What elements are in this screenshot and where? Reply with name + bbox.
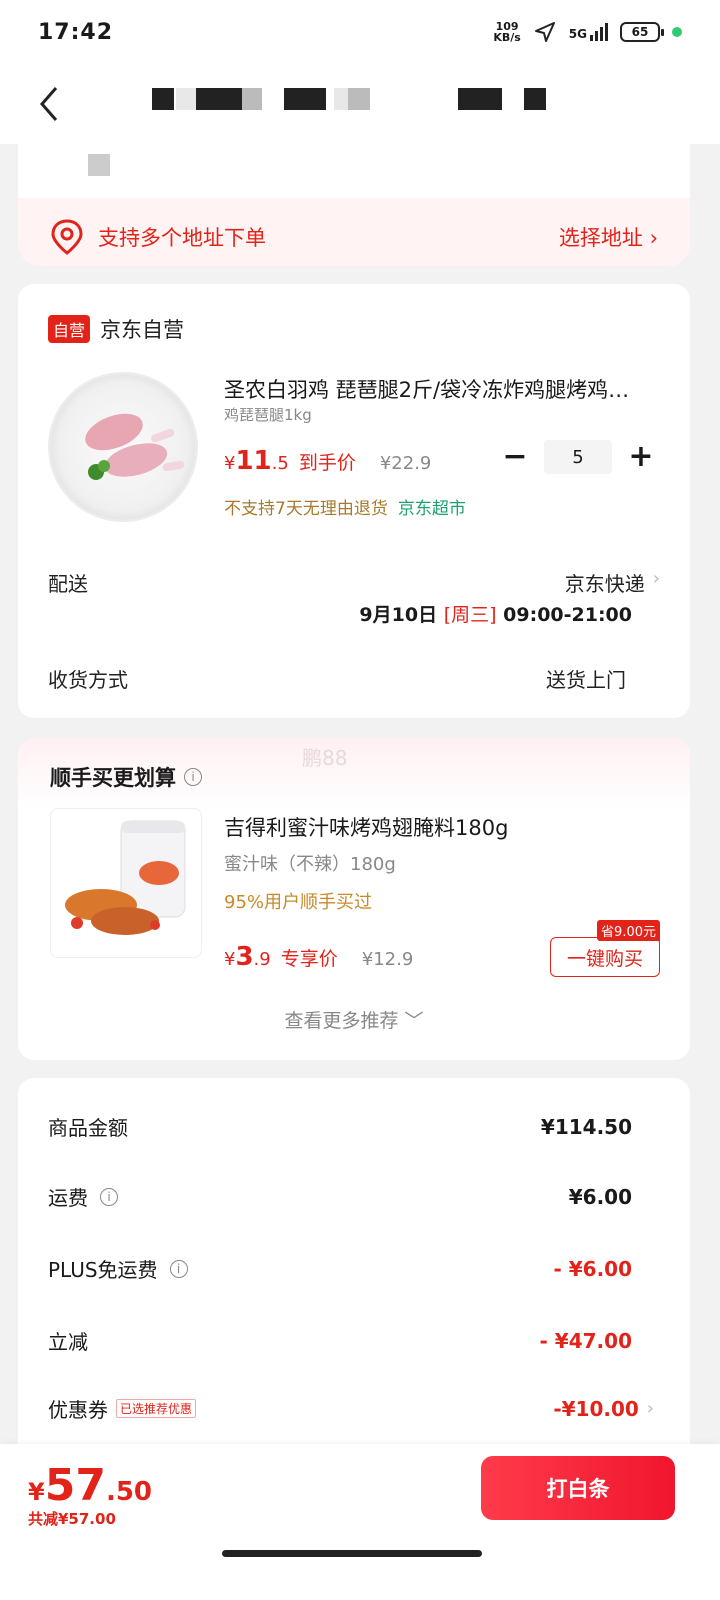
discount-row: 立减 - ¥47.00	[48, 1326, 632, 1355]
address-section: 支持多个地址下单 选择地址 ›	[18, 142, 690, 266]
shipping-label: 运费	[48, 1186, 88, 1210]
total-saved: 共减¥57.00	[28, 1510, 116, 1528]
navigation-arrow-icon	[534, 22, 555, 42]
delivery-row[interactable]: 配送 京东快递 ›	[48, 568, 660, 597]
network-speed: 109 KB/s	[493, 20, 521, 44]
product-price: ¥ 11 .5 到手价 ¥22.9	[224, 446, 432, 476]
return-policy-notice: 不支持7天无理由退货	[224, 499, 388, 519]
status-bar: 17:42 109 KB/s 5G 65	[0, 0, 720, 64]
status-time: 17:42	[38, 19, 114, 45]
recommend-product-image[interactable]	[50, 808, 202, 958]
multi-address-row[interactable]: 支持多个地址下单 选择地址 ›	[18, 208, 690, 266]
recommend-product-name[interactable]: 吉得利蜜汁味烤鸡翅腌料180g	[224, 812, 508, 842]
store-tag: 京东超市	[397, 499, 466, 519]
coupon-label: 优惠券	[48, 1398, 108, 1422]
plus-free-shipping-amount: - ¥6.00	[553, 1256, 632, 1281]
status-icons: 109 KB/s 5G 65	[493, 20, 682, 44]
increase-button[interactable]: +	[628, 442, 654, 472]
recommend-bought-stat: 95%用户顺手买过	[224, 892, 373, 913]
decrease-button[interactable]: −	[502, 442, 528, 472]
receive-label: 收货方式	[48, 668, 128, 692]
quick-buy-group: 省9.00元 一键购买	[550, 920, 660, 977]
checkout-bar: ¥ 57 .50 共减¥57.00 打白条	[0, 1444, 720, 1600]
home-indicator[interactable]	[222, 1550, 482, 1557]
location-pin-icon	[51, 219, 83, 255]
page-header	[0, 64, 720, 144]
privacy-dot	[672, 27, 682, 37]
delivery-time: 9月10日 [周三] 09:00-21:00	[359, 604, 632, 626]
chevron-right-icon: ›	[652, 568, 660, 589]
quantity-input[interactable]: 5	[544, 440, 612, 474]
info-icon[interactable]: i	[169, 1259, 188, 1278]
shipping-row: 运费 i ¥6.00	[48, 1182, 632, 1211]
exclusive-price-tag: 专享价	[280, 948, 338, 970]
back-icon[interactable]	[30, 80, 70, 128]
more-recommend-link[interactable]: 查看更多推荐 ﹀	[18, 1006, 690, 1033]
total-price: ¥ 57 .50	[28, 1460, 152, 1511]
discount-label: 立减	[48, 1330, 88, 1354]
recommend-title: 顺手买更划算 i	[50, 762, 202, 792]
quantity-stepper: − 5 +	[502, 440, 654, 474]
receive-value: 送货上门	[546, 668, 626, 692]
product-title[interactable]: 圣农白羽鸡 琵琶腿2斤/袋冷冻炸鸡腿烤鸡…	[224, 374, 664, 404]
info-icon[interactable]: i	[184, 768, 202, 786]
notice-row: 不支持7天无理由退货 京东超市	[224, 494, 466, 519]
product-image[interactable]	[48, 372, 198, 522]
original-price: ¥22.9	[379, 453, 432, 474]
recommend-original-price: ¥12.9	[361, 949, 414, 970]
save-badge: 省9.00元	[597, 920, 660, 941]
recommend-product-spec: 蜜汁味（不辣）180g	[224, 854, 396, 875]
plus-free-shipping-label: PLUS免运费	[48, 1258, 158, 1282]
signal-icon: 5G	[569, 23, 608, 41]
recommend-price: ¥ 3 .9 专享价 ¥12.9	[224, 942, 414, 972]
delivery-label: 配送	[48, 572, 88, 596]
goods-amount-label: 商品金额	[48, 1116, 128, 1140]
plus-free-shipping-row: PLUS免运费 i - ¥6.00	[48, 1254, 632, 1283]
shipping-amount: ¥6.00	[568, 1184, 632, 1209]
coupon-row[interactable]: 优惠券 已选推荐优惠 -¥10.00 ›	[48, 1394, 654, 1423]
goods-amount: ¥114.50	[540, 1114, 632, 1139]
shop-name: 京东自营	[100, 318, 185, 342]
coupon-tag: 已选推荐优惠	[116, 1399, 197, 1418]
select-address-link[interactable]: 选择地址 ›	[559, 222, 658, 252]
info-icon[interactable]: i	[100, 1187, 118, 1206]
recommend-card: 鹏88 顺手买更划算 i 吉得利蜜汁味烤鸡翅腌料180g 蜜汁味（不辣）180g…	[18, 738, 690, 1060]
receive-row[interactable]: 收货方式 送货上门	[48, 664, 626, 693]
battery-icon: 65	[620, 22, 664, 42]
chevron-right-icon: ›	[646, 1398, 654, 1419]
product-spec: 鸡琵琶腿1kg	[224, 406, 312, 424]
quick-buy-button[interactable]: 一键购买	[550, 937, 660, 977]
product-card: 自营 京东自营 圣农白羽鸡 琵琶腿2斤/袋冷冻炸鸡腿烤鸡… 鸡琵琶腿1kg ¥ …	[18, 284, 690, 718]
price-summary-card: 商品金额 ¥114.50 运费 i ¥6.00 PLUS免运费 i - ¥6.0…	[18, 1078, 690, 1478]
self-operated-badge: 自营	[48, 315, 91, 343]
pay-button[interactable]: 打白条	[481, 1456, 675, 1520]
discount-amount: - ¥47.00	[539, 1328, 632, 1353]
price-tag: 到手价	[298, 452, 356, 474]
goods-amount-row: 商品金额 ¥114.50	[48, 1112, 632, 1141]
watermark: 鹏88	[302, 746, 348, 770]
masked-address	[88, 154, 110, 176]
coupon-amount: -¥10.00	[553, 1396, 639, 1421]
shop-row: 自营 京东自营	[48, 314, 184, 344]
multi-address-text: 支持多个地址下单	[98, 226, 266, 250]
delivery-method: 京东快递	[564, 572, 645, 596]
